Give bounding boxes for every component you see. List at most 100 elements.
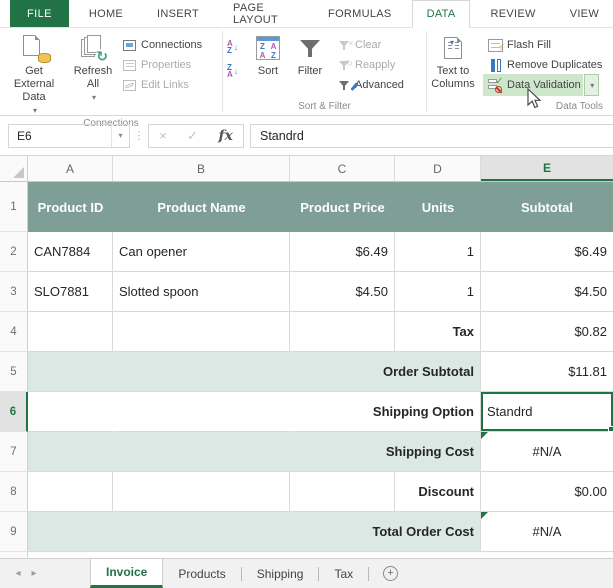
formula-input[interactable]: Standrd — [250, 124, 613, 148]
refresh-all-button[interactable]: ↻ Refresh All ▾ — [69, 31, 117, 104]
data-validation-button[interactable]: ✓ Data Validation ▾ — [483, 75, 613, 95]
cell-d2[interactable]: 1 — [395, 232, 481, 272]
new-sheet-button[interactable]: + — [383, 559, 398, 588]
cell-b1[interactable]: Product Name — [113, 182, 290, 232]
cell-e4[interactable]: $0.82 — [481, 312, 613, 352]
row-header-5[interactable]: 5 — [0, 352, 28, 392]
cell-a9[interactable] — [28, 512, 113, 552]
cell-d4[interactable]: Tax — [395, 312, 481, 352]
row-header-1[interactable]: 1 — [0, 182, 28, 232]
cell-d9[interactable]: Total Order Cost — [290, 512, 481, 552]
tab-review[interactable]: REVIEW — [476, 0, 549, 27]
cell-d3[interactable]: 1 — [395, 272, 481, 312]
tab-home[interactable]: HOME — [75, 0, 137, 27]
properties-button[interactable]: Properties — [117, 55, 221, 75]
data-validation-dropdown-button[interactable]: ▾ — [584, 74, 599, 96]
connections-button[interactable]: Connections — [117, 35, 221, 55]
reapply-filter-button[interactable]: ↻ Reapply — [331, 55, 419, 75]
cell-b6[interactable] — [113, 392, 290, 432]
cell-b5[interactable] — [113, 352, 290, 392]
get-external-data-button[interactable]: Get External Data ▾ — [0, 31, 68, 117]
edit-links-button[interactable]: Edit Links — [117, 75, 221, 95]
cell-e6-selected[interactable]: Standrd — [481, 392, 613, 432]
cell-d7[interactable]: Shipping Cost — [290, 432, 481, 472]
cell-c1[interactable]: Product Price — [290, 182, 395, 232]
confirm-entry-icon[interactable]: ✓ — [187, 128, 198, 144]
cell-c3[interactable]: $4.50 — [290, 272, 395, 312]
cell-b4[interactable] — [113, 312, 290, 352]
cell-c4[interactable] — [290, 312, 395, 352]
excel-window: FILE HOME INSERT PAGE LAYOUT FORMULAS DA… — [0, 0, 613, 588]
spreadsheet: A B C D E 1 Product ID Product Name Prod… — [0, 156, 613, 558]
cell-e9[interactable]: #N/A — [481, 512, 613, 552]
column-header-a[interactable]: A — [28, 156, 113, 181]
cell-e7[interactable]: #N/A — [481, 432, 613, 472]
sheet-nav-left-icon[interactable]: ◂ — [10, 568, 26, 579]
cell-b9[interactable] — [113, 512, 290, 552]
cell-d6[interactable]: Shipping Option — [290, 392, 481, 432]
cell-a4[interactable] — [28, 312, 113, 352]
sheet-tab-shipping[interactable]: Shipping — [242, 559, 319, 588]
insert-function-icon[interactable]: fx — [218, 128, 232, 144]
row-header-9[interactable]: 9 — [0, 512, 28, 552]
tab-insert[interactable]: INSERT — [143, 0, 213, 27]
cell-d1[interactable]: Units — [395, 182, 481, 232]
cell-a5[interactable] — [28, 352, 113, 392]
cell-e8[interactable]: $0.00 — [481, 472, 613, 512]
sort-descending-button[interactable]: ZA↓ — [227, 59, 247, 83]
sort-button[interactable]: ZAAZ Sort — [247, 31, 289, 78]
column-header-e[interactable]: E — [481, 156, 613, 181]
cell-e2[interactable]: $6.49 — [481, 232, 613, 272]
cell-c8[interactable] — [290, 472, 395, 512]
advanced-filter-button[interactable]: Advanced — [331, 75, 419, 95]
cell-e3[interactable]: $4.50 — [481, 272, 613, 312]
row-header-6[interactable]: 6 — [0, 392, 28, 432]
cell-a7[interactable] — [28, 432, 113, 472]
column-header-c[interactable]: C — [290, 156, 395, 181]
tab-file[interactable]: FILE — [10, 0, 69, 27]
sheet-tab-invoice[interactable]: Invoice — [90, 559, 163, 588]
row-header-7[interactable]: 7 — [0, 432, 28, 472]
cell-d5[interactable]: Order Subtotal — [290, 352, 481, 392]
cell-a1[interactable]: Product ID — [28, 182, 113, 232]
sheet-nav-right-icon[interactable]: ▸ — [26, 568, 42, 579]
cell-b8[interactable] — [113, 472, 290, 512]
row-header-8[interactable]: 8 — [0, 472, 28, 512]
cell-e5[interactable]: $11.81 — [481, 352, 613, 392]
sheet-tab-products[interactable]: Products — [163, 559, 240, 588]
name-box[interactable]: E6 ▾ — [8, 124, 130, 148]
sort-ascending-button[interactable]: AZ↓ — [227, 35, 247, 59]
row-header-3[interactable]: 3 — [0, 272, 28, 312]
row-header-2[interactable]: 2 — [0, 232, 28, 272]
column-header-d[interactable]: D — [395, 156, 481, 181]
text-to-columns-button[interactable]: ▾ Text to Columns — [427, 31, 479, 91]
cell-a6[interactable] — [28, 392, 113, 432]
column-header-b[interactable]: B — [113, 156, 290, 181]
cell-a2[interactable]: CAN7884 — [28, 232, 113, 272]
cell-a8[interactable] — [28, 472, 113, 512]
row-header-4[interactable]: 4 — [0, 312, 28, 352]
cell-d8[interactable]: Discount — [395, 472, 481, 512]
clear-filter-button[interactable]: × Clear — [331, 35, 419, 55]
cancel-entry-icon[interactable]: × — [159, 128, 167, 143]
cell-e1[interactable]: Subtotal — [481, 182, 613, 232]
refresh-all-icon: ↻ — [80, 35, 106, 61]
fill-handle[interactable] — [608, 426, 613, 432]
cell-b2[interactable]: Can opener — [113, 232, 290, 272]
table-row: 1 Product ID Product Name Product Price … — [0, 182, 613, 232]
filter-button[interactable]: Filter — [289, 31, 331, 78]
flash-fill-button[interactable]: ⚡ Flash Fill — [483, 35, 613, 55]
cell-a3[interactable]: SLO7881 — [28, 272, 113, 312]
tab-data[interactable]: DATA — [412, 0, 471, 28]
tab-formulas[interactable]: FORMULAS — [314, 0, 406, 27]
tab-view[interactable]: VIEW — [556, 0, 613, 27]
remove-duplicates-button[interactable]: Remove Duplicates — [483, 55, 613, 75]
cell-b3[interactable]: Slotted spoon — [113, 272, 290, 312]
formula-bar-drag-handle[interactable]: ⋮ — [130, 129, 148, 142]
cell-c2[interactable]: $6.49 — [290, 232, 395, 272]
tab-page-layout[interactable]: PAGE LAYOUT — [219, 0, 308, 27]
sheet-tab-tax[interactable]: Tax — [319, 559, 368, 588]
cell-b7[interactable] — [113, 432, 290, 472]
name-box-dropdown-icon[interactable]: ▾ — [111, 125, 129, 147]
select-all-button[interactable] — [0, 156, 28, 181]
